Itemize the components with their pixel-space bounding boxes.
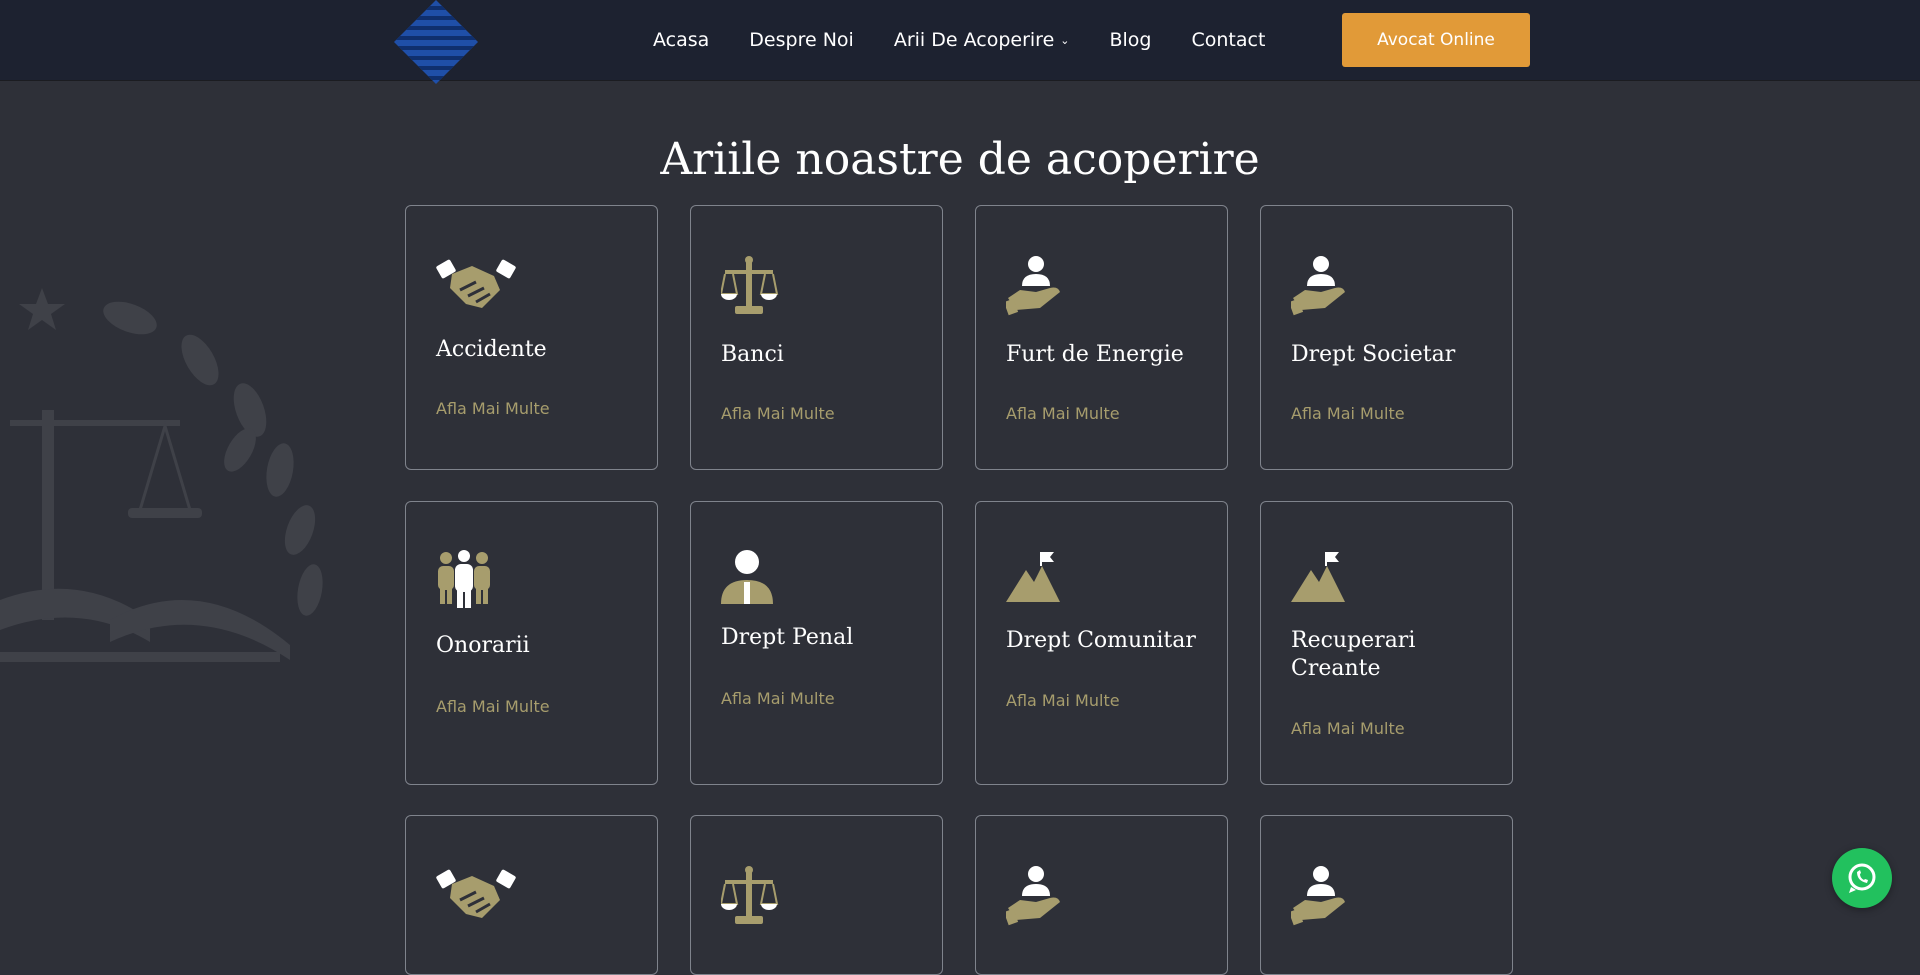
card-accidente[interactable]: Accidente Afla Mai Multe <box>405 205 658 470</box>
card-title: Recuperari Creante <box>1291 628 1416 681</box>
card-link[interactable]: Afla Mai Multe <box>1006 404 1120 423</box>
card-link[interactable]: Afla Mai Multe <box>1291 719 1405 738</box>
card-recuperari-creante[interactable]: Recuperari Creante Afla Mai Multe <box>1260 501 1513 785</box>
card-link[interactable]: Afla Mai Multe <box>1291 404 1405 423</box>
nav-arii-label: Arii De Acoperire <box>893 29 1055 51</box>
avocat-online-button[interactable]: Avocat Online <box>1342 13 1530 67</box>
card-drept-comunitar[interactable]: Drept Comunitar Afla Mai Multe <box>975 501 1228 785</box>
group-icon <box>438 550 490 608</box>
scales-icon <box>721 256 779 314</box>
card-row3-1[interactable] <box>405 815 658 975</box>
card-title: Drept Penal <box>721 625 854 650</box>
nav-acasa[interactable]: Acasa <box>653 29 709 51</box>
mountain-flag-icon <box>1291 552 1345 602</box>
card-title: Onorarii <box>436 633 530 658</box>
card-link[interactable]: Afla Mai Multe <box>1006 691 1120 710</box>
card-drept-penal[interactable]: Drept Penal Afla Mai Multe <box>690 501 943 785</box>
card-row3-3[interactable] <box>975 815 1228 975</box>
logo-icon[interactable] <box>394 0 478 84</box>
hand-person-icon <box>1291 866 1345 926</box>
hand-person-icon <box>1006 256 1060 316</box>
card-title: Drept Societar <box>1291 342 1456 367</box>
section-title: Ariile noastre de acoperire <box>660 134 1260 185</box>
card-link[interactable]: Afla Mai Multe <box>436 399 550 418</box>
nav-blog[interactable]: Blog <box>1109 29 1151 51</box>
main-nav: Acasa Despre Noi Arii De Acoperire ⌄ Blo… <box>653 0 1265 80</box>
card-furt-de-energie[interactable]: Furt de Energie Afla Mai Multe <box>975 205 1228 470</box>
card-onorarii[interactable]: Onorarii Afla Mai Multe <box>405 501 658 785</box>
justice-decoration-icon <box>0 288 323 662</box>
scales-icon <box>721 866 779 924</box>
chevron-down-icon: ⌄ <box>1060 33 1070 47</box>
mountain-flag-icon <box>1006 552 1060 602</box>
card-title: Furt de Energie <box>1006 342 1184 367</box>
handshake-icon <box>436 259 516 308</box>
card-title: Banci <box>721 342 784 367</box>
card-link[interactable]: Afla Mai Multe <box>721 689 835 708</box>
handshake-icon <box>436 869 516 918</box>
card-link[interactable]: Afla Mai Multe <box>721 404 835 423</box>
card-link[interactable]: Afla Mai Multe <box>436 697 550 716</box>
nav-despre-noi[interactable]: Despre Noi <box>749 29 854 51</box>
card-title: Drept Comunitar <box>1006 628 1196 653</box>
card-row3-4[interactable] <box>1260 815 1513 975</box>
lawyer-icon <box>721 550 773 604</box>
site-header: Acasa Despre Noi Arii De Acoperire ⌄ Blo… <box>0 0 1920 84</box>
hand-person-icon <box>1291 256 1345 316</box>
nav-arii-de-acoperire[interactable]: Arii De Acoperire ⌄ <box>894 29 1070 51</box>
whatsapp-icon <box>1848 863 1876 893</box>
whatsapp-button[interactable] <box>1832 848 1892 908</box>
card-drept-societar[interactable]: Drept Societar Afla Mai Multe <box>1260 205 1513 470</box>
hand-person-icon <box>1006 866 1060 926</box>
card-title: Accidente <box>436 337 547 362</box>
nav-contact[interactable]: Contact <box>1191 29 1265 51</box>
card-row3-2[interactable] <box>690 815 943 975</box>
card-banci[interactable]: Banci Afla Mai Multe <box>690 205 943 470</box>
